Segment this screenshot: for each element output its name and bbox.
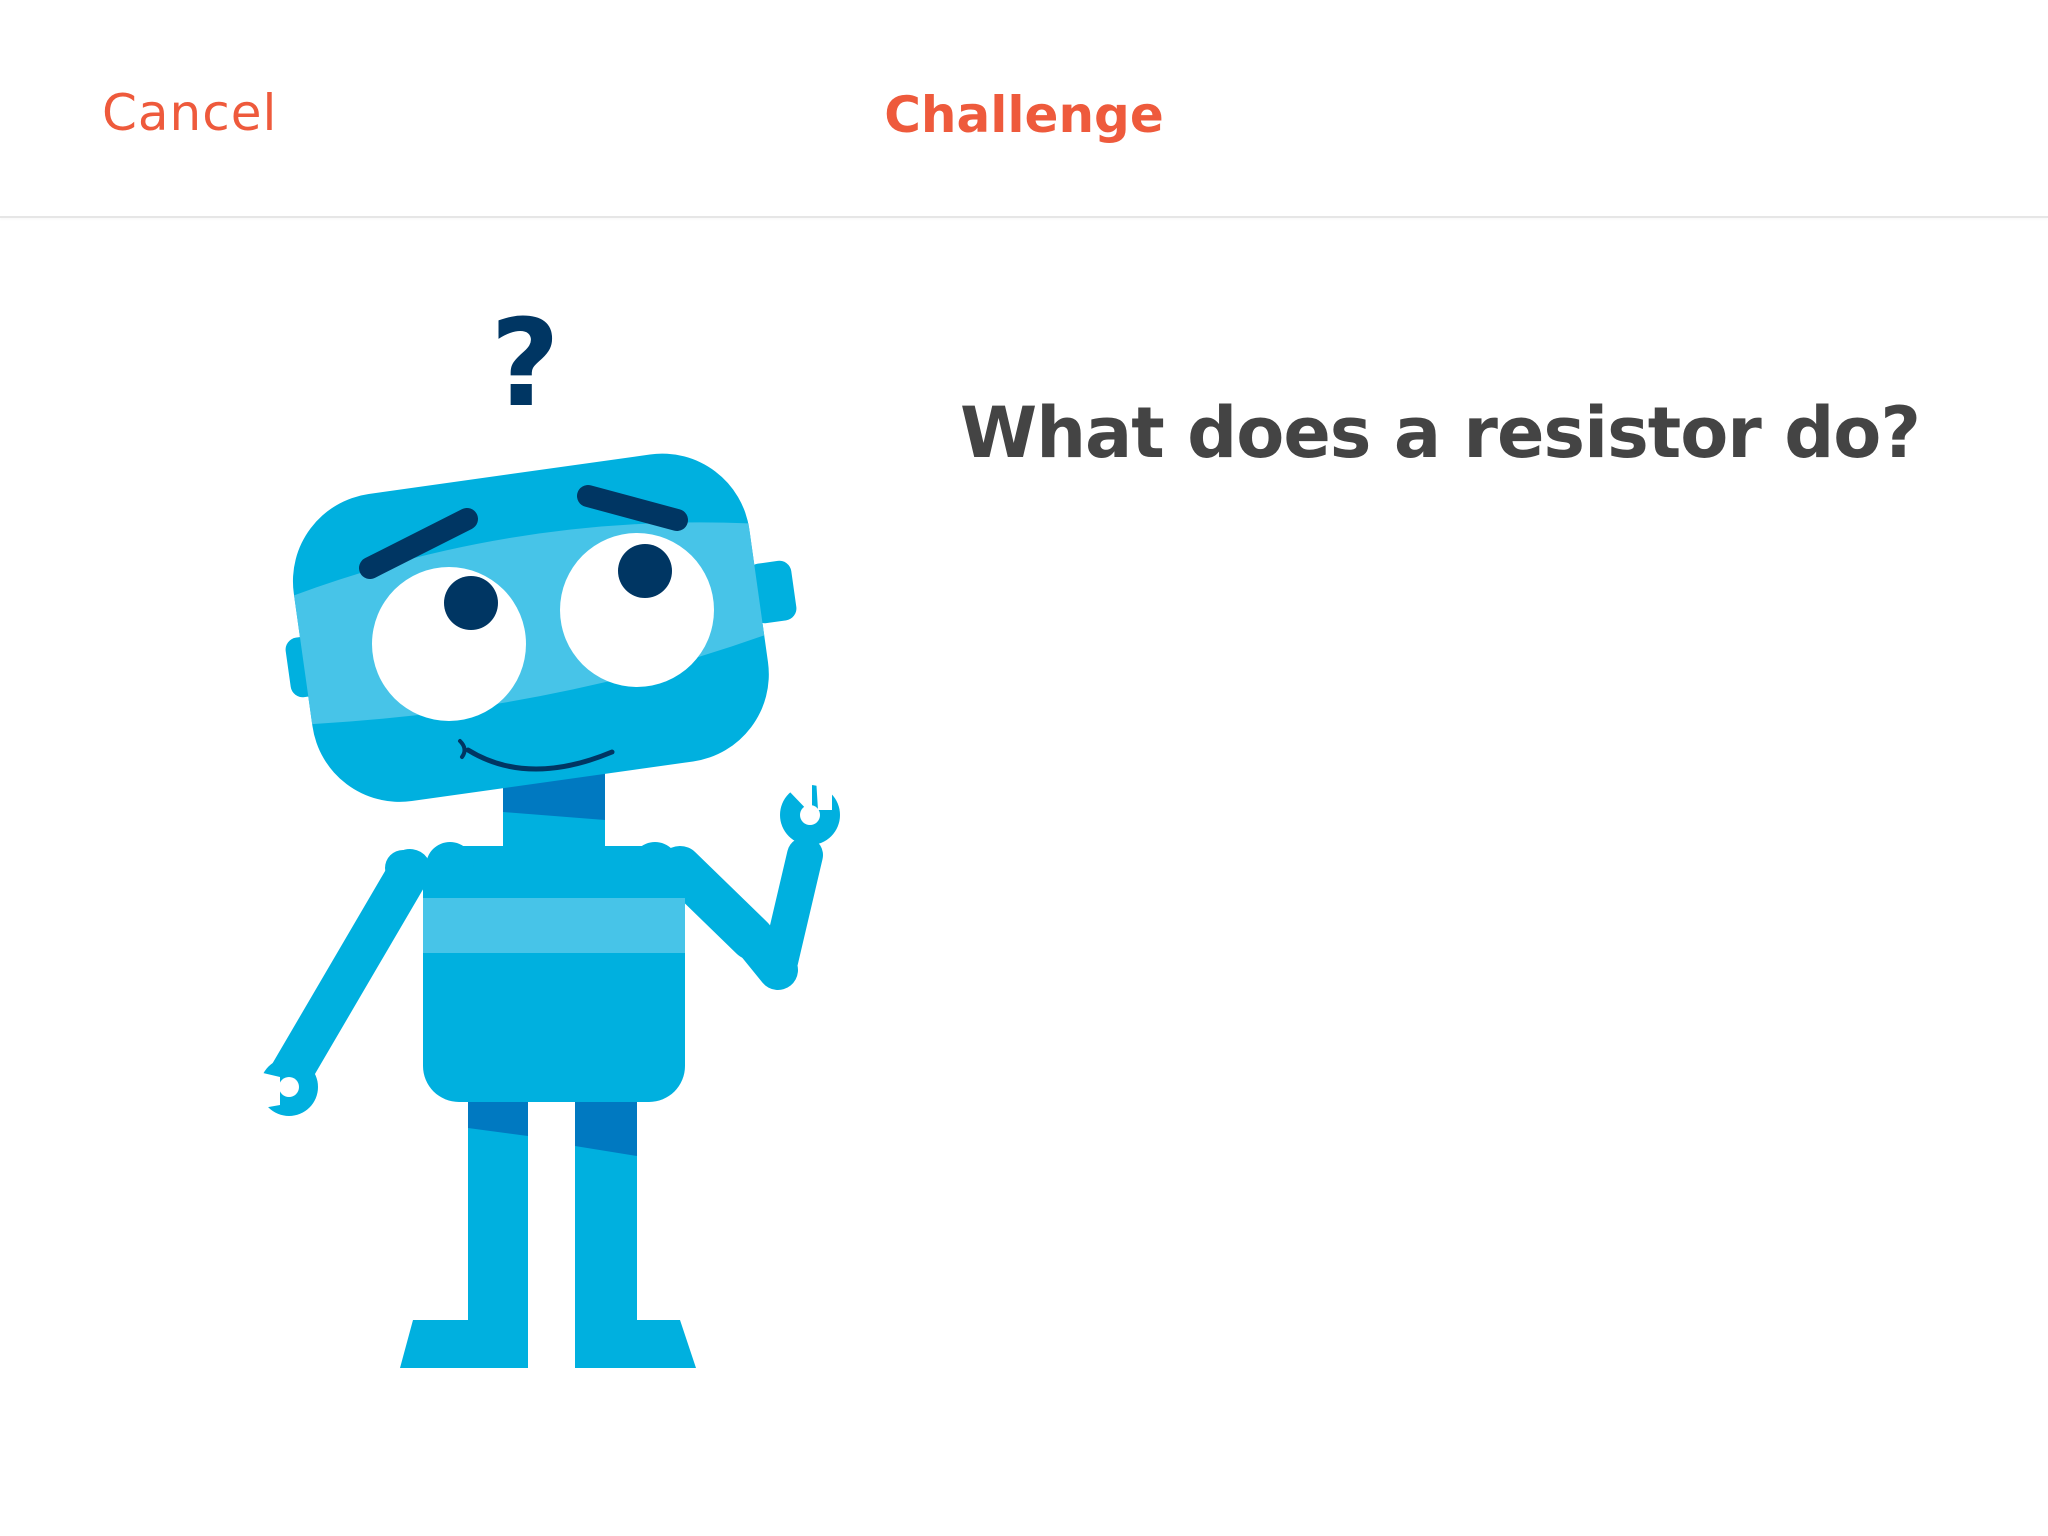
question-mark-icon: ? [490,295,560,434]
page-title: Challenge [884,86,1164,144]
robot-left-arm [250,849,431,1116]
challenge-screen: Cancel Challenge ? What does a resistor … [0,0,2048,1536]
confused-robot-icon: ? [240,290,880,1390]
question-heading: What does a resistor do? [960,392,1921,474]
robot-body [423,842,685,1102]
navigation-bar: Cancel Challenge [0,0,2048,218]
robot-legs [400,1080,696,1368]
cancel-button[interactable]: Cancel [102,78,277,148]
robot-right-arm [658,768,840,990]
